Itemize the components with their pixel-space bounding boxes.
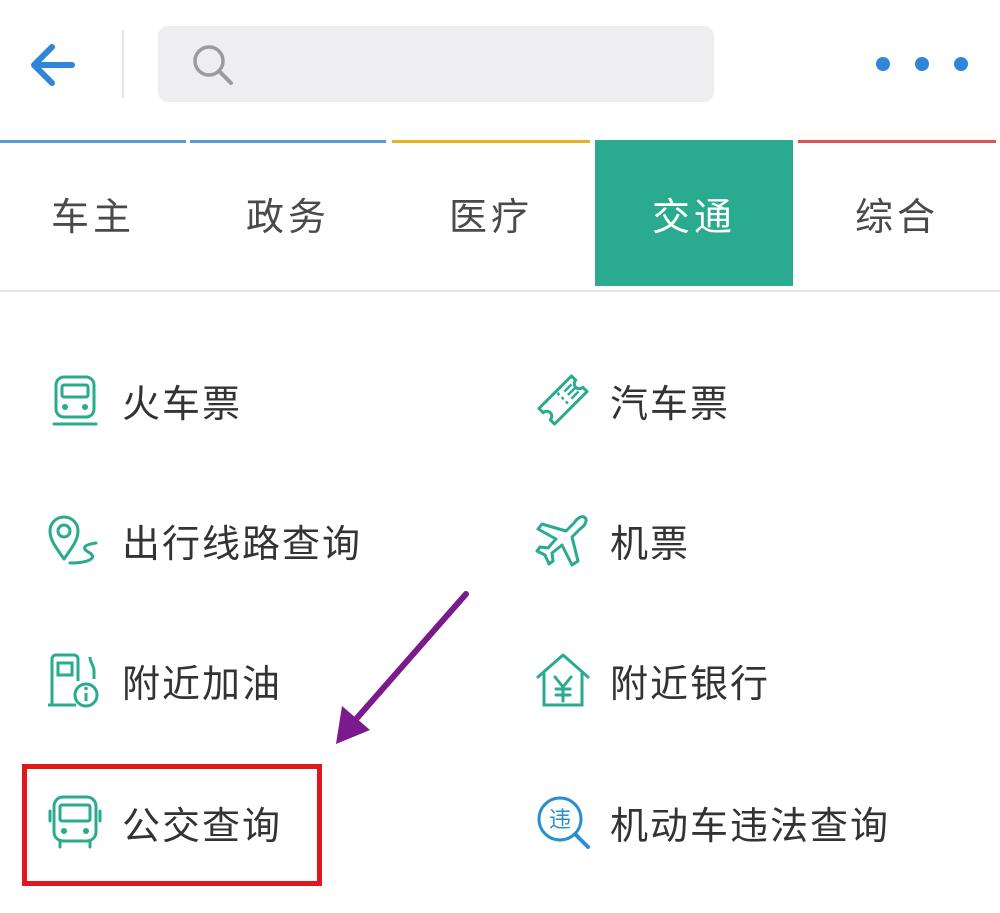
service-route-query[interactable]: 出行线路查询 bbox=[46, 500, 362, 580]
highlight-box bbox=[22, 764, 322, 886]
train-icon bbox=[52, 375, 98, 426]
tab-indicator-line bbox=[190, 140, 386, 143]
header-divider bbox=[122, 30, 124, 98]
tab-general[interactable]: 综合 bbox=[798, 140, 996, 286]
service-nearby-bank[interactable]: 附近银行 bbox=[534, 640, 770, 720]
tab-label: 车主 bbox=[50, 194, 135, 239]
tab-medical[interactable]: 医疗 bbox=[392, 140, 590, 286]
tabs-divider bbox=[0, 290, 1000, 292]
search-icon bbox=[193, 45, 233, 85]
service-label: 附近加油 bbox=[122, 661, 283, 706]
more-button[interactable] bbox=[876, 44, 968, 84]
service-label: 出行线路查询 bbox=[122, 521, 363, 566]
gas-station-icon bbox=[48, 653, 99, 708]
tab-transport[interactable]: 交通 bbox=[595, 140, 793, 286]
ticket-icon bbox=[537, 374, 589, 426]
tab-indicator-line bbox=[798, 140, 996, 143]
route-pin-icon bbox=[48, 515, 98, 565]
service-flight-ticket[interactable]: 机票 bbox=[534, 500, 690, 580]
tab-label: 综合 bbox=[854, 194, 939, 239]
tab-label: 医疗 bbox=[448, 194, 533, 239]
category-tabs: 车主 政务 医疗 交通 综合 bbox=[0, 140, 1000, 288]
more-dot-icon bbox=[876, 57, 890, 71]
search-bar[interactable] bbox=[158, 26, 714, 104]
service-label: 机票 bbox=[610, 521, 691, 566]
svg-text:违: 违 bbox=[549, 808, 571, 833]
service-label: 附近银行 bbox=[610, 661, 771, 706]
airplane-icon bbox=[535, 515, 588, 567]
tab-indicator-line bbox=[0, 140, 186, 143]
tab-label: 政务 bbox=[245, 194, 330, 239]
service-nearby-gas[interactable]: 附近加油 bbox=[46, 640, 282, 720]
tab-government[interactable]: 政务 bbox=[190, 140, 386, 286]
service-label: 汽车票 bbox=[610, 381, 731, 426]
more-dot-icon bbox=[915, 57, 929, 71]
tab-car-owner[interactable]: 车主 bbox=[0, 140, 186, 286]
transport-services-page: 车主 政务 医疗 交通 综合 火车票 汽车票 出行线路查询 机票 附近加油 附近… bbox=[0, 0, 1000, 913]
service-label: 机动车违法查询 bbox=[610, 803, 891, 848]
back-arrow-icon bbox=[31, 44, 75, 86]
tab-indicator-line bbox=[392, 140, 590, 143]
more-dot-icon bbox=[954, 57, 968, 71]
search-input[interactable] bbox=[250, 26, 694, 104]
service-bus-ticket[interactable]: 汽车票 bbox=[534, 360, 730, 440]
service-train-ticket[interactable]: 火车票 bbox=[46, 360, 242, 440]
service-label: 火车票 bbox=[122, 381, 243, 426]
back-button[interactable] bbox=[24, 36, 86, 94]
pointer-arrow-icon bbox=[336, 591, 469, 744]
bank-house-icon bbox=[536, 653, 590, 707]
service-vehicle-violation-query[interactable]: 违 机动车违法查询 bbox=[534, 782, 890, 862]
violation-search-icon: 违 bbox=[537, 796, 590, 849]
tab-label: 交通 bbox=[651, 194, 736, 239]
